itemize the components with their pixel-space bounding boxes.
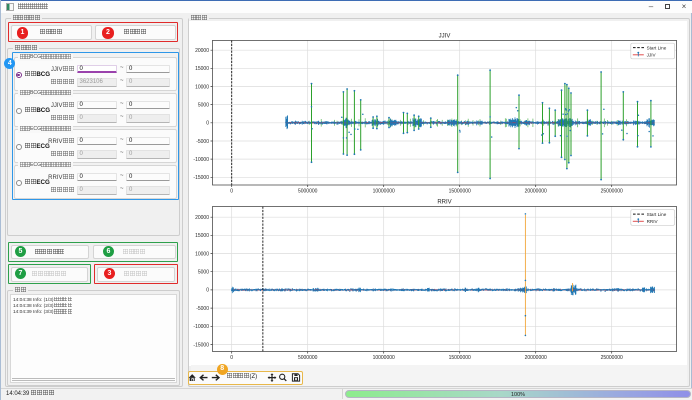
svg-text:-15000: -15000 xyxy=(193,342,209,348)
svg-text:20000: 20000 xyxy=(195,215,209,221)
svg-text:5000: 5000 xyxy=(198,102,209,108)
svg-text:20000000: 20000000 xyxy=(525,355,547,361)
svg-text:10000000: 10000000 xyxy=(373,355,395,361)
svg-text:5000000: 5000000 xyxy=(298,188,318,194)
svg-text:RRIV: RRIV xyxy=(647,219,659,224)
svg-text:0: 0 xyxy=(230,355,233,361)
svg-text:-10000: -10000 xyxy=(193,324,209,330)
svg-text:JJIV: JJIV xyxy=(439,33,451,39)
svg-text:20000000: 20000000 xyxy=(525,188,547,194)
svg-text:Start Line: Start Line xyxy=(647,212,667,217)
svg-text:5000: 5000 xyxy=(198,270,209,276)
svg-text:10000000: 10000000 xyxy=(373,188,395,194)
svg-text:RRIV: RRIV xyxy=(437,199,451,205)
svg-text:-5000: -5000 xyxy=(196,306,209,312)
svg-text:-15000: -15000 xyxy=(193,175,209,181)
svg-text:-10000: -10000 xyxy=(193,157,209,163)
svg-text:15000000: 15000000 xyxy=(449,188,471,194)
svg-text:15000: 15000 xyxy=(195,66,209,72)
svg-text:15000: 15000 xyxy=(195,233,209,239)
svg-text:-5000: -5000 xyxy=(196,139,209,145)
svg-text:Start Line: Start Line xyxy=(647,46,667,51)
svg-text:10000: 10000 xyxy=(195,251,209,257)
svg-text:15000000: 15000000 xyxy=(449,355,471,361)
svg-text:JJIV: JJIV xyxy=(647,53,657,58)
svg-text:20000: 20000 xyxy=(195,48,209,54)
svg-text:25000000: 25000000 xyxy=(601,188,623,194)
svg-text:25000000: 25000000 xyxy=(601,355,623,361)
svg-text:5000000: 5000000 xyxy=(298,355,318,361)
svg-text:0: 0 xyxy=(206,288,209,294)
svg-text:10000: 10000 xyxy=(195,84,209,90)
svg-text:0: 0 xyxy=(206,121,209,127)
svg-text:0: 0 xyxy=(230,188,233,194)
